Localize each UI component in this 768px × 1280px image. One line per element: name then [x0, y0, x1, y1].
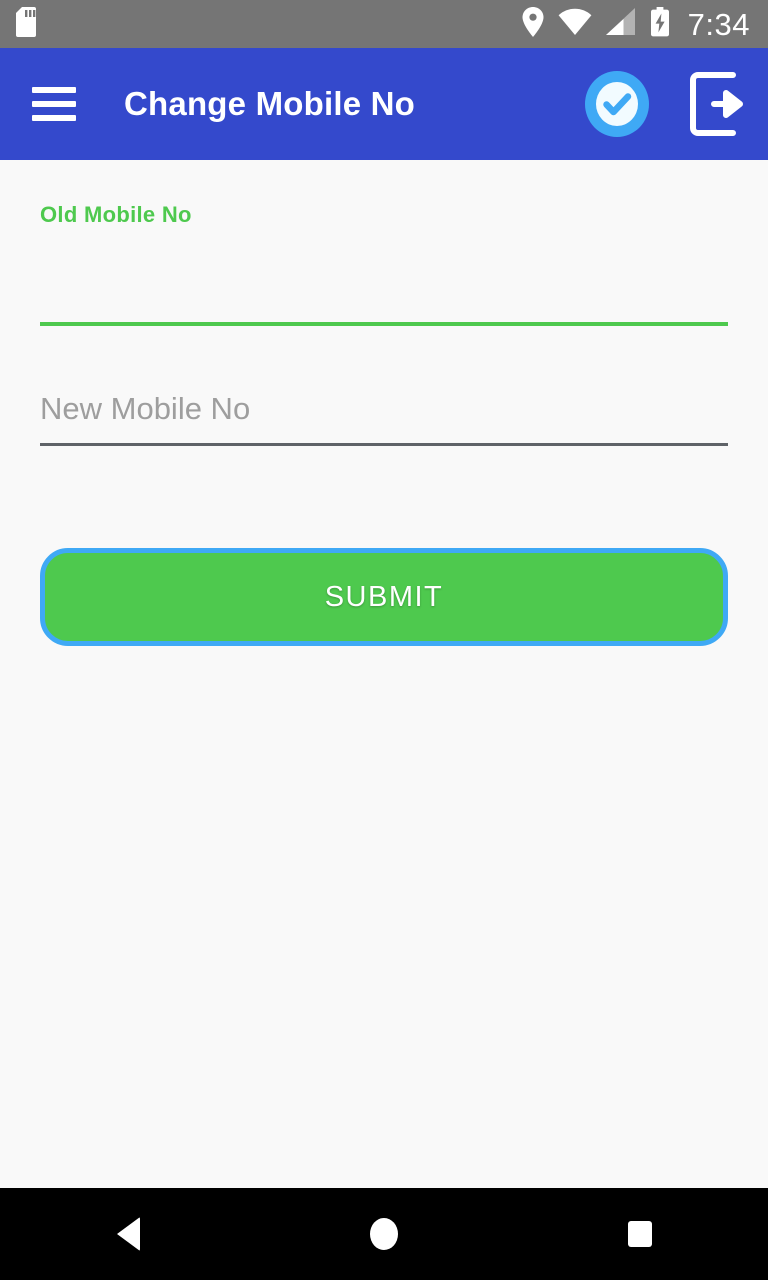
- hamburger-menu-icon[interactable]: [32, 87, 76, 121]
- app-bar-actions: [584, 70, 746, 138]
- android-navigation-bar: [0, 1188, 768, 1280]
- nav-recents-button[interactable]: [580, 1188, 700, 1280]
- verified-check-icon[interactable]: [584, 70, 650, 138]
- old-mobile-field-group: Old Mobile No: [40, 204, 728, 326]
- sd-card-icon: [16, 6, 40, 42]
- old-mobile-underline: [40, 322, 728, 326]
- logout-icon[interactable]: [688, 71, 746, 137]
- app-screen: 7:34 Change Mobile No Old Mobile No New …: [0, 0, 768, 1280]
- cell-signal-icon: [605, 7, 636, 41]
- new-mobile-underline: [40, 443, 728, 446]
- app-bar: Change Mobile No: [0, 48, 768, 160]
- back-triangle-icon: [116, 1217, 140, 1251]
- page-title: Change Mobile No: [124, 85, 416, 122]
- hamburger-line: [32, 115, 76, 121]
- recents-square-icon: [628, 1221, 652, 1247]
- status-bar-clock: 7:34: [687, 6, 750, 42]
- status-bar: 7:34: [0, 0, 768, 48]
- form-content: Old Mobile No SUBMIT: [0, 160, 768, 1188]
- hamburger-line: [32, 87, 76, 93]
- old-mobile-label: Old Mobile No: [40, 202, 192, 227]
- status-bar-right-icons: 7:34: [522, 6, 750, 42]
- hamburger-line: [32, 101, 76, 107]
- submit-button[interactable]: SUBMIT: [40, 548, 728, 646]
- status-bar-left-icons: [16, 6, 40, 42]
- old-mobile-input[interactable]: [40, 270, 728, 308]
- nav-home-button[interactable]: [324, 1188, 444, 1280]
- battery-charging-icon: [650, 6, 670, 42]
- home-circle-icon: [370, 1218, 398, 1250]
- new-mobile-input[interactable]: [40, 388, 728, 430]
- wifi-icon: [558, 8, 592, 41]
- new-mobile-field-group: [40, 388, 728, 446]
- nav-back-button[interactable]: [68, 1188, 188, 1280]
- location-pin-icon: [522, 6, 544, 42]
